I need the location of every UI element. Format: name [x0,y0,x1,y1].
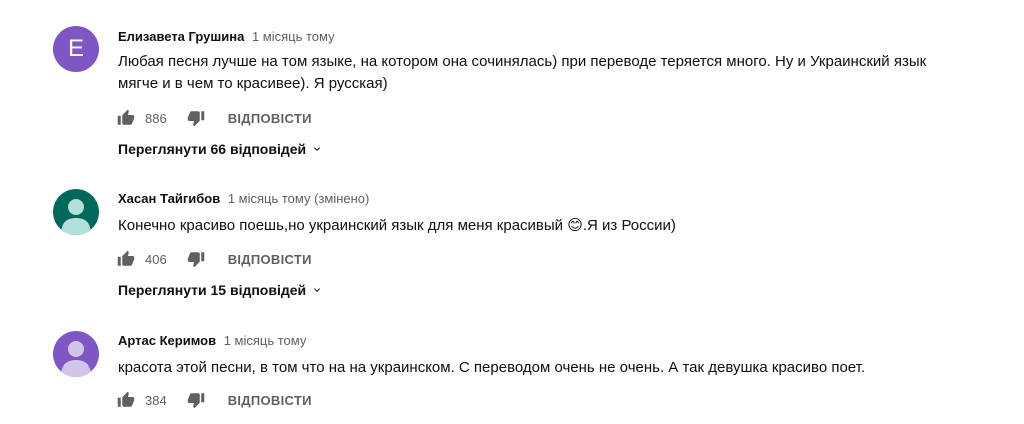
author-name[interactable]: Хасан Тайгибов [118,191,220,206]
comment-text-line: Любая песня лучше на том языке, на котор… [118,53,927,70]
comment-timestamp[interactable]: 1 місяць тому [224,333,307,348]
like-count: 384 [145,392,167,408]
like-count: 886 [145,110,167,126]
thumb-down-icon[interactable] [186,249,206,269]
comment-text: красота этой песни, в том что на на укра… [118,357,998,379]
thumb-down-icon[interactable] [186,390,206,410]
like-count: 406 [145,251,167,267]
thumb-up-icon[interactable] [116,249,136,269]
comment-header: Хасан Тайгибов 1 місяць тому (змінено) [118,190,369,208]
reply-button[interactable]: ВІДПОВІСТИ [228,393,312,408]
chevron-down-icon [311,284,323,296]
view-replies-label: Переглянути 15 відповідей [118,282,307,298]
avatar[interactable] [53,189,99,235]
reply-button[interactable]: ВІДПОВІСТИ [228,252,312,267]
author-name[interactable]: Елизавета Грушина [118,29,244,44]
comment-text: Любая песня лучше на том языке, на котор… [118,51,998,95]
author-name[interactable]: Артас Керимов [118,333,216,348]
view-replies-label: Переглянути 66 відповідей [118,141,307,157]
comment-text-line: красота этой песни, в том что на на укра… [118,359,866,376]
thumb-down-icon[interactable] [186,108,206,128]
thumb-up-icon[interactable] [116,390,136,410]
comment-actions: 886 ВІДПОВІСТИ [116,108,312,128]
comment-header: Елизавета Грушина 1 місяць тому [118,28,335,46]
avatar[interactable] [53,331,99,377]
comment-timestamp[interactable]: 1 місяць тому (змінено) [228,191,370,206]
comment-text: Конечно красиво поешь,но украинский язык… [118,215,998,237]
comment-header: Артас Керимов 1 місяць тому [118,332,306,350]
comment-text-line: Конечно красиво поешь,но украинский язык… [118,217,676,234]
reply-button[interactable]: ВІДПОВІСТИ [228,111,312,126]
thumb-up-icon[interactable] [116,108,136,128]
comment-actions: 384 ВІДПОВІСТИ [116,390,312,410]
avatar[interactable]: E [53,26,99,72]
comments-section: E Елизавета Грушина 1 місяць тому Любая … [0,0,1024,424]
comment-actions: 406 ВІДПОВІСТИ [116,249,312,269]
view-replies-button[interactable]: Переглянути 15 відповідей [118,282,323,298]
comment-text-line: мягче и в чем то красивее). Я русская) [118,75,388,92]
chevron-down-icon [311,143,323,155]
comment-timestamp[interactable]: 1 місяць тому [252,29,335,44]
view-replies-button[interactable]: Переглянути 66 відповідей [118,141,323,157]
